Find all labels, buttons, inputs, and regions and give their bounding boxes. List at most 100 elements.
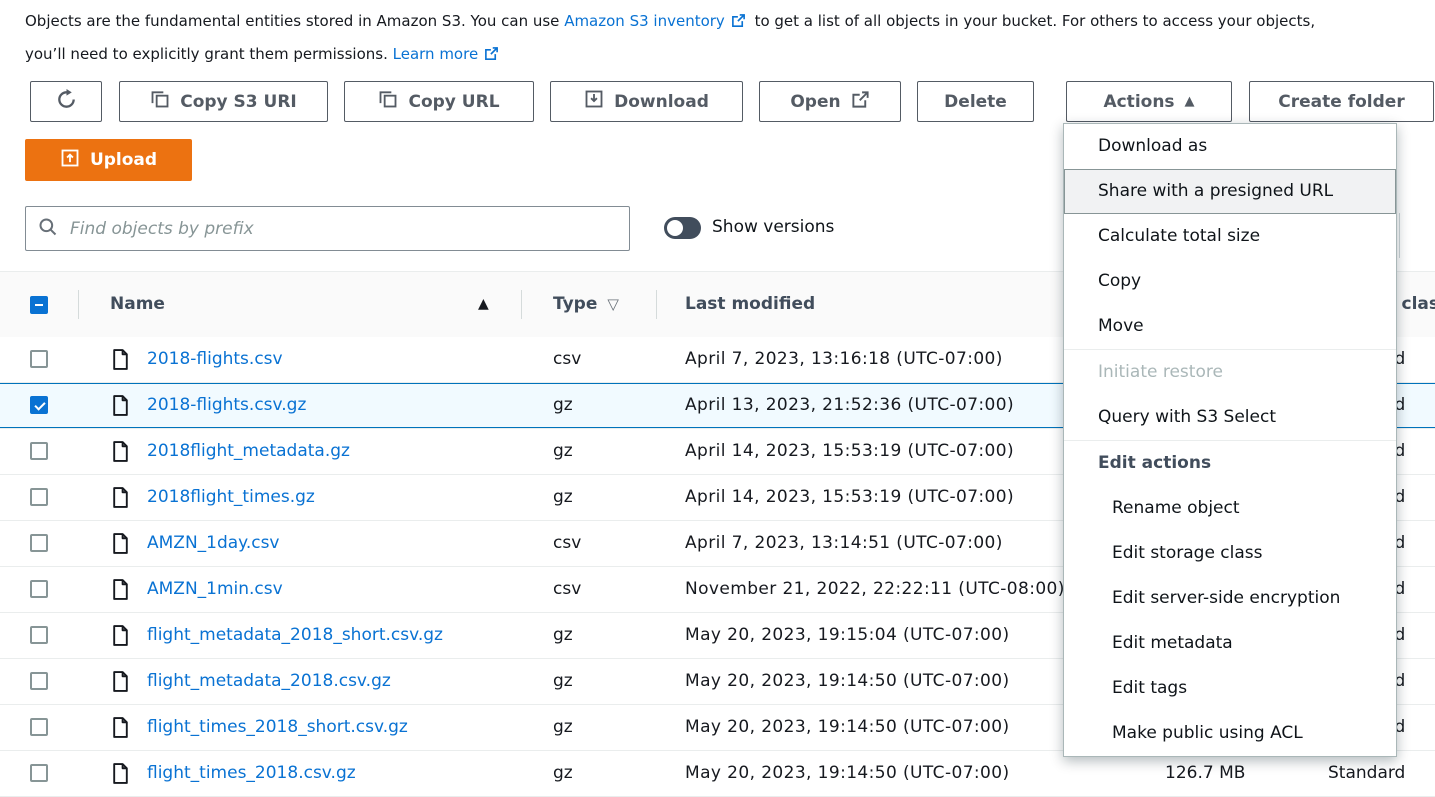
file-icon — [112, 763, 129, 788]
copy-url-button[interactable]: Copy URL — [344, 81, 534, 122]
show-versions-toggle[interactable] — [664, 217, 701, 239]
actions-menu: Download asShare with a presigned URLCal… — [1063, 123, 1397, 757]
copy-url-label: Copy URL — [408, 92, 499, 112]
object-last-modified: May 20, 2023, 19:14:50 (UTC-07:00) — [685, 751, 1010, 796]
object-type: gz — [553, 659, 573, 704]
copy-icon — [150, 89, 170, 114]
object-name-link[interactable]: flight_times_2018.csv.gz — [147, 751, 356, 796]
row-checkbox[interactable] — [30, 580, 48, 598]
menu-item[interactable]: Copy — [1064, 259, 1396, 304]
create-folder-label: Create folder — [1278, 92, 1404, 112]
row-checkbox[interactable] — [30, 626, 48, 644]
search-input[interactable] — [68, 218, 617, 240]
refresh-button[interactable] — [30, 81, 102, 122]
amazon-s3-inventory-link[interactable]: Amazon S3 inventory — [564, 12, 750, 30]
file-icon — [112, 441, 129, 466]
object-last-modified: April 14, 2023, 15:53:19 (UTC-07:00) — [685, 429, 1014, 474]
download-label: Download — [614, 92, 709, 112]
download-button[interactable]: Download — [550, 81, 743, 122]
delete-label: Delete — [944, 92, 1007, 112]
object-storage-class: Standard — [1328, 751, 1405, 796]
file-icon — [112, 579, 129, 604]
menu-item[interactable]: Download as — [1064, 124, 1396, 169]
menu-item[interactable]: Move — [1064, 304, 1396, 349]
object-type: gz — [553, 613, 573, 658]
object-last-modified: April 13, 2023, 21:52:36 (UTC-07:00) — [685, 383, 1014, 428]
menu-item[interactable]: Edit metadata — [1064, 621, 1396, 666]
object-name-link[interactable]: 2018flight_times.gz — [147, 475, 315, 520]
show-versions-label: Show versions — [712, 215, 834, 239]
file-icon — [112, 671, 129, 696]
description-line-2: you’ll need to explicitly grant them per… — [25, 39, 1435, 72]
object-name-link[interactable]: AMZN_1day.csv — [147, 521, 280, 566]
file-icon — [112, 395, 129, 420]
file-icon — [112, 349, 129, 374]
file-icon — [112, 533, 129, 558]
menu-item[interactable]: Make public using ACL — [1064, 711, 1396, 756]
object-type: gz — [553, 383, 573, 428]
object-name-link[interactable]: AMZN_1min.csv — [147, 567, 283, 612]
object-last-modified: May 20, 2023, 19:14:50 (UTC-07:00) — [685, 659, 1010, 704]
object-last-modified: April 7, 2023, 13:14:51 (UTC-07:00) — [685, 521, 1003, 566]
select-all-checkbox[interactable] — [30, 296, 48, 314]
object-name-link[interactable]: flight_times_2018_short.csv.gz — [147, 705, 408, 750]
open-label: Open — [790, 92, 840, 112]
menu-item[interactable]: Query with S3 Select — [1064, 395, 1396, 440]
open-button[interactable]: Open — [759, 81, 901, 122]
menu-item[interactable]: Edit storage class — [1064, 531, 1396, 576]
row-checkbox[interactable] — [30, 718, 48, 736]
table-row: flight_times_2018.csv.gz gz May 20, 2023… — [0, 751, 1435, 797]
object-type: csv — [553, 521, 581, 566]
copy-icon — [378, 89, 398, 114]
search-box — [25, 206, 630, 251]
caret-up-icon: ▲ — [1185, 95, 1195, 108]
sort-ascending-icon[interactable]: ▲ — [478, 272, 489, 337]
menu-item-highlighted[interactable]: Share with a presigned URL — [1064, 169, 1396, 214]
column-header-last-modified[interactable]: Last modified — [685, 272, 815, 337]
object-type: gz — [553, 705, 573, 750]
obscured-control-edge — [1399, 213, 1400, 258]
object-name-link[interactable]: flight_metadata_2018.csv.gz — [147, 659, 391, 704]
row-checkbox[interactable] — [30, 396, 48, 414]
object-last-modified: November 21, 2022, 22:22:11 (UTC-08:00) — [685, 567, 1065, 612]
row-checkbox[interactable] — [30, 672, 48, 690]
object-name-link[interactable]: 2018flight_metadata.gz — [147, 429, 350, 474]
object-type: gz — [553, 475, 573, 520]
object-last-modified: May 20, 2023, 19:14:50 (UTC-07:00) — [685, 705, 1010, 750]
upload-button[interactable]: Upload — [25, 139, 192, 181]
upload-icon — [60, 148, 80, 173]
row-checkbox[interactable] — [30, 534, 48, 552]
row-checkbox[interactable] — [30, 488, 48, 506]
object-last-modified: April 7, 2023, 13:16:18 (UTC-07:00) — [685, 337, 1003, 382]
object-last-modified: April 14, 2023, 15:53:19 (UTC-07:00) — [685, 475, 1014, 520]
delete-button[interactable]: Delete — [917, 81, 1034, 122]
object-size: 126.7 MB — [1165, 751, 1245, 796]
column-header-name[interactable]: Name — [110, 272, 165, 337]
row-checkbox[interactable] — [30, 442, 48, 460]
object-name-link[interactable]: 2018-flights.csv.gz — [147, 383, 306, 428]
column-header-type[interactable]: Type▽ — [553, 272, 619, 337]
menu-item[interactable]: Rename object — [1064, 486, 1396, 531]
row-checkbox[interactable] — [30, 764, 48, 782]
create-folder-button[interactable]: Create folder — [1249, 81, 1434, 122]
row-checkbox[interactable] — [30, 350, 48, 368]
menu-item[interactable]: Edit tags — [1064, 666, 1396, 711]
menu-item[interactable]: Calculate total size — [1064, 214, 1396, 259]
copy-s3-uri-label: Copy S3 URI — [180, 92, 297, 112]
learn-more-link[interactable]: Learn more — [393, 45, 504, 63]
object-last-modified: May 20, 2023, 19:15:04 (UTC-07:00) — [685, 613, 1010, 658]
copy-s3-uri-button[interactable]: Copy S3 URI — [119, 81, 328, 122]
menu-item[interactable]: Edit server-side encryption — [1064, 576, 1396, 621]
object-type: gz — [553, 751, 573, 796]
object-name-link[interactable]: 2018-flights.csv — [147, 337, 283, 382]
file-icon — [112, 717, 129, 742]
object-type: csv — [553, 337, 581, 382]
search-icon — [38, 217, 58, 241]
object-type: gz — [553, 429, 573, 474]
object-name-link[interactable]: flight_metadata_2018_short.csv.gz — [147, 613, 443, 658]
column-divider — [521, 290, 522, 319]
upload-label: Upload — [90, 150, 157, 170]
column-divider — [78, 290, 79, 319]
actions-button[interactable]: Actions ▲ — [1066, 81, 1232, 122]
objects-description: Objects are the fundamental entities sto… — [25, 6, 1435, 72]
